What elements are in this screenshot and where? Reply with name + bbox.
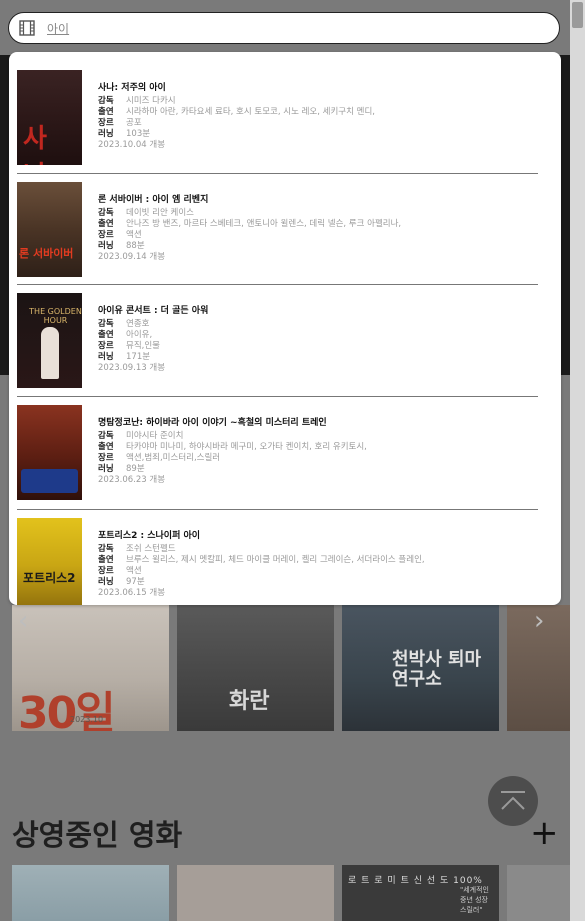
search-input[interactable] <box>47 18 537 38</box>
cast-label: 출연 <box>98 555 114 565</box>
result-title: 아이유 콘서트 : 더 골든 아워 <box>98 306 209 316</box>
director-value: 시미즈 다카시 <box>126 96 176 106</box>
movie-poster-card[interactable]: 30일 2023.10 <box>12 605 169 731</box>
cast-value: 시라하마 아란, 카타요세 료타, 호시 토모코, 시노 레오, 세키구치 멘디… <box>126 107 375 117</box>
cast-value: 타카야마 미나미, 하야시바라 메구미, 오가타 켄이치, 호리 유키토시, <box>126 442 367 452</box>
director-value: 데이빗 리안 케이스 <box>126 208 194 218</box>
movie-poster-card[interactable]: 화란 <box>177 605 334 731</box>
movie-poster-card[interactable]: 천박사 퇴마 연구소 <box>342 605 499 731</box>
cast-label: 출연 <box>98 107 114 117</box>
movie-thumbnail: 론 서바이버 <box>17 182 82 277</box>
scrollbar[interactable] <box>570 0 585 921</box>
release-date: 2023.09.13 개봉 <box>98 363 166 373</box>
movie-poster-card[interactable] <box>12 865 169 921</box>
movie-thumbnail: 포트리스2 <box>17 518 82 605</box>
divider <box>17 396 538 397</box>
runtime-value: 171분 <box>126 352 151 362</box>
poster-quote: "세계적인 중년 성장 스릴러" <box>460 886 489 914</box>
film-icon <box>19 20 35 36</box>
release-date: 2023.10.04 개봉 <box>98 140 166 150</box>
movie-poster-card[interactable] <box>507 865 570 921</box>
arrow-up-icon <box>501 791 525 810</box>
runtime-label: 러닝 <box>98 241 114 251</box>
movie-poster-card[interactable] <box>177 865 334 921</box>
director-label: 감독 <box>98 544 114 554</box>
director-label: 감독 <box>98 96 114 106</box>
divider <box>17 284 538 285</box>
release-date: 2023.06.23 개봉 <box>98 475 166 485</box>
search-results-dropdown: 사 나 사나: 저주의 아이 감독 시미즈 다카시 출연 시라하마 아란, 카타요세… <box>9 52 561 605</box>
runtime-value: 88분 <box>126 241 145 251</box>
genre-label: 장르 <box>98 118 114 128</box>
cast-value: 아이유, <box>126 330 153 340</box>
plus-icon[interactable]: + <box>530 816 559 850</box>
poster-title: 천박사 퇴마 연구소 <box>392 649 482 690</box>
result-title: 포트리스2 : 스나이퍼 아이 <box>98 531 201 541</box>
movie-poster-card[interactable]: 로 트 로 미 트 신 선 도 100% "세계적인 중년 성장 스릴러" <box>342 865 499 921</box>
director-label: 감독 <box>98 319 114 329</box>
search-result-item[interactable]: 포트리스2 포트리스2 : 스나이퍼 아이 감독 조쉬 스턴펠드 출연 브루스 윌리… <box>17 514 547 605</box>
movie-thumbnail <box>17 405 82 500</box>
section-title: 상영중인 영화 <box>12 818 183 852</box>
divider <box>17 173 538 174</box>
genre-label: 장르 <box>98 566 114 576</box>
runtime-label: 러닝 <box>98 129 114 139</box>
cast-label: 출연 <box>98 442 114 452</box>
carousel-next-icon[interactable]: › <box>534 606 544 636</box>
search-result-item[interactable]: 명탐정코난: 하이바라 아이 이야기 ~흑철의 미스터리 트레인 감독 미야시타 … <box>17 401 547 505</box>
runtime-label: 러닝 <box>98 352 114 362</box>
genre-label: 장르 <box>98 230 114 240</box>
poster-date: 2023.10 <box>70 715 104 724</box>
divider <box>17 509 538 510</box>
runtime-label: 러닝 <box>98 464 114 474</box>
director-value: 조쉬 스턴펠드 <box>126 544 176 554</box>
genre-value: 액션 <box>126 230 142 240</box>
carousel-prev-icon[interactable]: ‹ <box>18 606 28 636</box>
search-bar[interactable] <box>8 12 560 44</box>
director-value: 연종호 <box>126 319 150 329</box>
director-value: 미야시타 준이치 <box>126 431 184 441</box>
cast-label: 출연 <box>98 330 114 340</box>
poster-title: 화란 <box>229 689 270 714</box>
result-title: 론 서바이버 : 아이 엠 리벤지 <box>98 195 209 205</box>
result-title: 명탐정코난: 하이바라 아이 이야기 ~흑철의 미스터리 트레인 <box>98 418 327 428</box>
cast-value: 브루스 윌리스, 제시 멧칼피, 체드 마이클 머레이, 켈리 그레이슨, 서더… <box>126 555 425 565</box>
search-result-item[interactable]: THE GOLDEN HOUR 아이유 콘서트 : 더 골든 아워 감독 연종호 … <box>17 289 547 393</box>
genre-label: 장르 <box>98 341 114 351</box>
genre-value: 공포 <box>126 118 142 128</box>
cast-value: 안나즈 방 밴즈, 마르타 스베테크, 앤토니아 윌렌스, 데릭 넬슨, 루크 … <box>126 219 402 229</box>
release-date: 2023.09.14 개봉 <box>98 252 166 262</box>
runtime-value: 103분 <box>126 129 151 139</box>
search-result-item[interactable]: 사 나 사나: 저주의 아이 감독 시미즈 다카시 출연 시라하마 아란, 카타요세… <box>17 66 547 170</box>
genre-value: 뮤직,인물 <box>126 341 160 351</box>
genre-label: 장르 <box>98 453 114 463</box>
scrollbar-thumb[interactable] <box>572 2 583 28</box>
movie-thumbnail: THE GOLDEN HOUR <box>17 293 82 388</box>
search-result-item[interactable]: 론 서바이버 론 서바이버 : 아이 엠 리벤지 감독 데이빗 리안 케이스 출연… <box>17 178 547 282</box>
director-label: 감독 <box>98 208 114 218</box>
genre-value: 액션 <box>126 566 142 576</box>
cast-label: 출연 <box>98 219 114 229</box>
movie-thumbnail: 사 나 <box>17 70 82 165</box>
genre-value: 액션,범죄,미스터리,스릴러 <box>126 453 221 463</box>
release-date: 2023.06.15 개봉 <box>98 588 166 598</box>
runtime-value: 89분 <box>126 464 145 474</box>
runtime-value: 97분 <box>126 577 145 587</box>
result-title: 사나: 저주의 아이 <box>98 83 166 93</box>
runtime-label: 러닝 <box>98 577 114 587</box>
director-label: 감독 <box>98 431 114 441</box>
